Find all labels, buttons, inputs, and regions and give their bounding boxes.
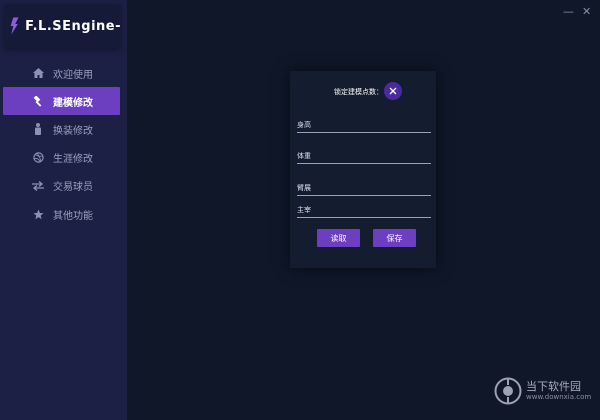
sidebar-item-label: 换装修改 <box>53 125 93 137</box>
sidebar-item-label: 建模修改 <box>53 97 93 109</box>
height-label: 身高 <box>297 121 311 129</box>
close-icon <box>389 87 397 95</box>
sidebar-item-other[interactable]: 其他功能 <box>0 200 127 228</box>
watermark-url: www.downxia.com <box>526 393 592 401</box>
sidebar-item-model-edit[interactable]: 建模修改 <box>3 87 120 116</box>
exchange-icon <box>32 180 44 192</box>
dialog-title: 锁定建模点数： <box>334 88 383 96</box>
read-button[interactable]: 读取 <box>317 229 360 247</box>
watermark-logo-icon <box>494 377 522 405</box>
height-field[interactable]: 身高 <box>297 120 431 133</box>
app-title: F.L.SEngine- <box>25 18 121 34</box>
dribbble-ball-icon <box>32 152 44 164</box>
home-icon <box>32 67 44 79</box>
sidebar-item-welcome[interactable]: 欢迎使用 <box>0 59 127 87</box>
app-logo: F.L.SEngine- <box>4 4 121 48</box>
dialog-close-button[interactable] <box>384 82 402 100</box>
sidebar-item-career-edit[interactable]: 生涯修改 <box>0 144 127 172</box>
dominance-field[interactable]: 主宰 <box>297 205 431 218</box>
wingspan-field[interactable]: 臂展 <box>297 183 431 196</box>
close-window-button[interactable]: ✕ <box>582 5 591 18</box>
wingspan-label: 臂展 <box>297 184 311 192</box>
lock-model-dialog: 锁定建模点数： 身高 体重 臂展 主宰 读取 保存 <box>290 71 436 268</box>
weight-label: 体重 <box>297 152 311 160</box>
person-icon <box>32 123 44 136</box>
save-button[interactable]: 保存 <box>373 229 416 247</box>
sidebar-item-trade-player[interactable]: 交易球员 <box>0 172 127 200</box>
sidebar: F.L.SEngine- 欢迎使用 建模修改 换装修改 生涯修改 交易球员 其他… <box>0 0 127 420</box>
dominance-label: 主宰 <box>297 206 311 214</box>
star-icon <box>32 208 44 220</box>
watermark: 当下软件园 www.downxia.com <box>494 377 591 405</box>
sidebar-item-outfit-edit[interactable]: 换装修改 <box>0 115 127 143</box>
sidebar-item-label: 生涯修改 <box>53 154 93 166</box>
weight-field[interactable]: 体重 <box>297 151 431 164</box>
sidebar-item-label: 其他功能 <box>53 210 93 222</box>
lightning-icon <box>10 17 19 35</box>
sidebar-item-label: 欢迎使用 <box>53 69 93 81</box>
hammer-icon <box>32 95 44 107</box>
minimize-button[interactable]: — <box>563 5 574 18</box>
sidebar-item-label: 交易球员 <box>53 182 93 194</box>
sidebar-nav: 欢迎使用 建模修改 换装修改 生涯修改 交易球员 其他功能 <box>0 59 127 228</box>
watermark-name: 当下软件园 <box>526 380 581 393</box>
